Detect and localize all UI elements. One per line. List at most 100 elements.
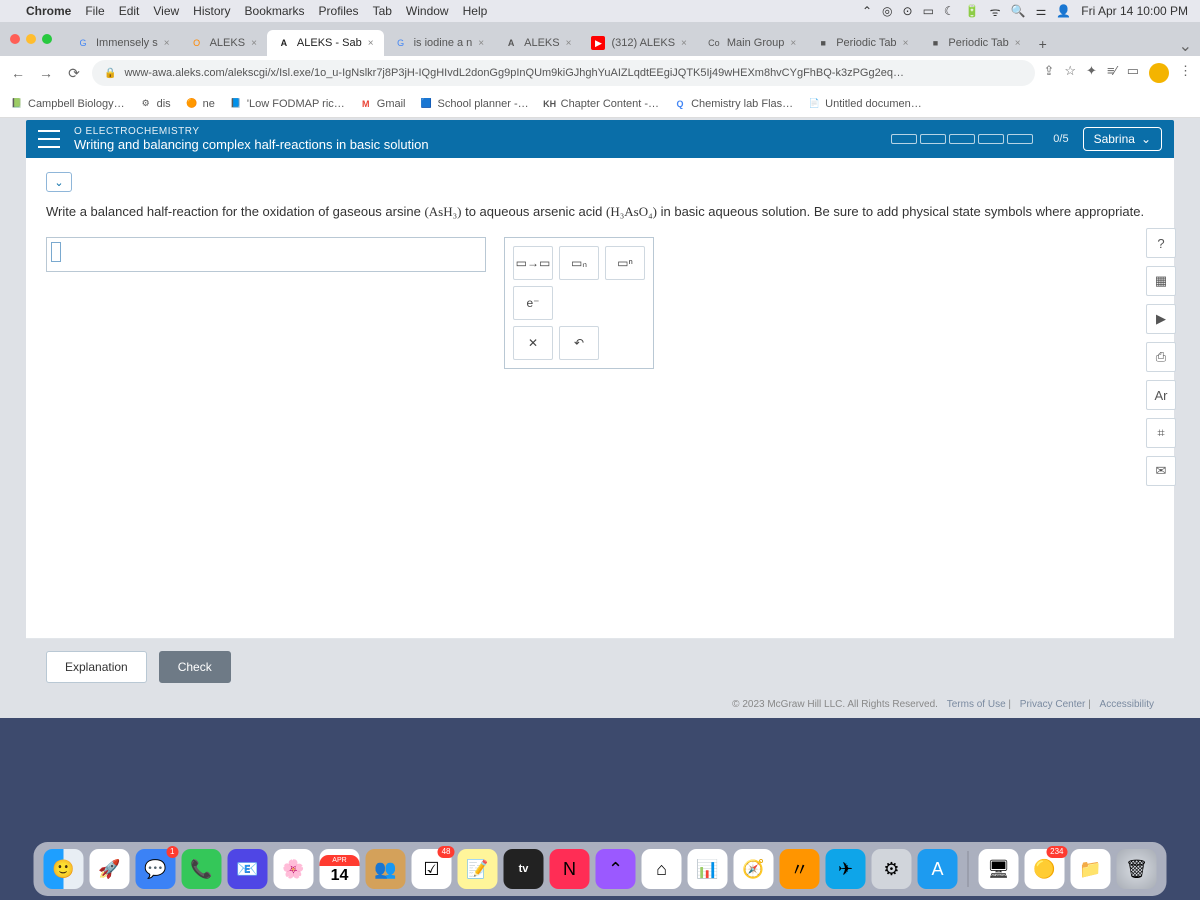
minimize-window-icon[interactable] [26,34,36,44]
back-button[interactable]: ← [8,65,28,81]
control-center-icon[interactable]: ⚌ [1036,4,1047,18]
reload-button[interactable]: ⟳ [64,65,84,82]
status-icon[interactable]: ◎ [882,4,892,18]
bookmark-item[interactable]: 🟦School planner -… [420,97,529,111]
search-icon[interactable]: 🔍 [1011,4,1026,18]
user-menu[interactable]: Sabrina ⌄ [1083,127,1162,151]
bookmark-item[interactable]: 🟠ne [185,97,215,111]
profile-avatar[interactable] [1149,63,1169,83]
menu-edit[interactable]: Edit [119,4,140,18]
hamburger-icon[interactable] [38,130,60,148]
close-window-icon[interactable] [10,34,20,44]
dock-calendar[interactable]: APR14 [320,849,360,889]
tool-superscript[interactable]: ▭ⁿ [605,246,645,280]
bookmark-item[interactable]: MGmail [359,97,406,111]
window-icon[interactable]: ▭ [1127,63,1139,83]
dock-safari[interactable]: 🧭 [734,849,774,889]
keypad-button[interactable]: ⌗ [1146,418,1176,448]
dock-app[interactable]: 📞 [182,849,222,889]
dock-settings[interactable]: ⚙ [872,849,912,889]
bookmark-item[interactable]: QChemistry lab Flas… [673,97,793,111]
close-icon[interactable]: × [478,38,484,49]
calculator-button[interactable]: ▦ [1146,266,1176,296]
menu-profiles[interactable]: Profiles [319,4,359,18]
bookmark-item[interactable]: ⚙dis [139,97,171,111]
dock-podcasts[interactable]: ⌃ [596,849,636,889]
dock-app[interactable]: N [550,849,590,889]
menu-file[interactable]: File [85,4,104,18]
video-button[interactable]: ▶ [1146,304,1176,334]
kebab-icon[interactable]: ⋮ [1179,63,1192,83]
status-icon[interactable]: ⊙ [903,4,913,18]
forward-button[interactable]: → [36,65,56,81]
browser-tab[interactable]: AALEKS× [494,30,581,56]
dock-photos[interactable]: 🌸 [274,849,314,889]
close-icon[interactable]: × [251,38,257,49]
battery-icon[interactable]: 🔋 [965,4,980,18]
dock-app[interactable]: ✈ [826,849,866,889]
browser-tab[interactable]: ■Periodic Tab× [806,30,918,56]
menubar-clock[interactable]: Fri Apr 14 10:00 PM [1081,4,1188,18]
wifi-icon[interactable]: ᯤ [990,3,1001,20]
new-tab-button[interactable]: + [1031,32,1055,56]
dock-app[interactable]: 📊 [688,849,728,889]
explanation-button[interactable]: Explanation [46,651,147,683]
help-button[interactable]: ? [1146,228,1176,258]
dock-app[interactable]: 💬1 [136,849,176,889]
periodic-table-button[interactable]: Ar [1146,380,1176,410]
tool-undo[interactable]: ↶ [559,326,599,360]
dock-chrome[interactable]: 🟡234 [1025,849,1065,889]
dock-app[interactable]: 📁 [1071,849,1111,889]
terms-link[interactable]: Terms of Use [947,699,1006,710]
menu-tab[interactable]: Tab [373,4,392,18]
close-icon[interactable]: × [903,38,909,49]
dock-finder[interactable]: 🙂 [44,849,84,889]
status-icon[interactable]: ⌃ [862,4,872,18]
dock-app[interactable]: 🚀 [90,849,130,889]
menu-history[interactable]: History [193,4,230,18]
status-icon[interactable]: ☾ [944,4,955,18]
dock-trash[interactable]: 🗑 [1117,849,1157,889]
browser-tab[interactable]: OALEKS× [180,30,267,56]
menubar-app-name[interactable]: Chrome [26,4,71,18]
browser-tab-active[interactable]: AALEKS - Sab× [267,30,384,56]
close-icon[interactable]: × [790,38,796,49]
close-icon[interactable]: × [681,38,687,49]
dock-appstore[interactable]: A [918,849,958,889]
tool-electron[interactable]: e⁻ [513,286,553,320]
fullscreen-window-icon[interactable] [42,34,52,44]
menu-window[interactable]: Window [406,4,449,18]
close-icon[interactable]: × [368,38,374,49]
accessibility-link[interactable]: Accessibility [1100,699,1154,710]
tool-clear[interactable]: ✕ [513,326,553,360]
tab-dropdown-icon[interactable]: ⌄ [1171,36,1200,56]
close-icon[interactable]: × [1015,38,1021,49]
clipboard-button[interactable]: ⎙ [1146,342,1176,372]
browser-tab[interactable]: Gis iodine a n× [384,30,495,56]
close-icon[interactable]: × [164,38,170,49]
bookmark-item[interactable]: 📗Campbell Biology… [10,97,125,111]
menu-help[interactable]: Help [463,4,488,18]
tool-reaction-arrow[interactable]: ▭→▭ [513,246,553,280]
dock-app[interactable]: 〃 [780,849,820,889]
extension-icon[interactable]: ✦ [1086,63,1097,83]
browser-tab[interactable]: ▶(312) ALEKS× [581,30,696,56]
privacy-link[interactable]: Privacy Center [1020,699,1086,710]
browser-tab[interactable]: ■Periodic Tab× [918,30,1030,56]
extensions-menu-icon[interactable]: ≡⁄ [1107,63,1117,83]
menu-view[interactable]: View [153,4,179,18]
status-icon[interactable]: ▭ [923,4,934,18]
dock-reminders[interactable]: ☑48 [412,849,452,889]
message-button[interactable]: ✉ [1146,456,1176,486]
bookmark-item[interactable]: KHChapter Content -… [543,97,659,111]
close-icon[interactable]: × [566,38,572,49]
browser-tab[interactable]: CoMain Group× [697,30,806,56]
share-icon[interactable]: ⇪ [1043,63,1054,83]
answer-input[interactable] [46,237,486,272]
expand-toggle[interactable]: ⌄ [46,172,72,192]
dock-app[interactable]: 🖥 [979,849,1019,889]
bookmark-item[interactable]: 📄Untitled documen… [807,97,922,111]
dock-app[interactable]: 👥 [366,849,406,889]
browser-tab[interactable]: GImmensely s× [66,30,180,56]
dock-notes[interactable]: 📝 [458,849,498,889]
